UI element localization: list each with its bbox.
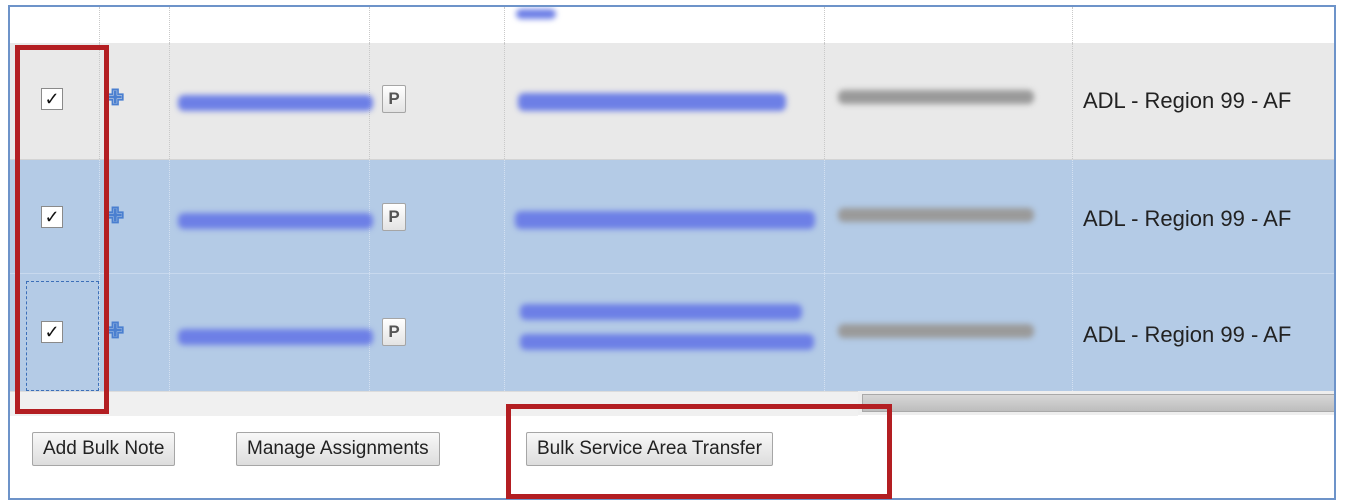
redacted-value (838, 90, 1034, 104)
add-bulk-note-button[interactable]: Add Bulk Note (32, 432, 176, 466)
transfer-button-highlight (506, 404, 892, 499)
table-row-partial (10, 7, 1334, 44)
redacted-name-link[interactable] (515, 211, 815, 229)
manage-assignments-button[interactable]: Manage Assignments (236, 432, 440, 466)
redacted-value (838, 324, 1034, 338)
region-text: ADL - Region 99 - AF (1083, 206, 1292, 231)
scrollbar-thumb[interactable] (862, 394, 1334, 412)
checkbox-column-highlight (15, 45, 109, 414)
table-row[interactable]: ✓ ✙ P ADL - Region 99 - AF (10, 160, 1334, 274)
document-p-icon[interactable]: P (382, 85, 406, 113)
region-text: ADL - Region 99 - AF (1083, 322, 1292, 347)
redacted-link[interactable] (516, 9, 556, 19)
redacted-value (838, 208, 1034, 222)
document-p-icon[interactable]: P (382, 203, 406, 231)
redacted-name-link[interactable] (518, 93, 786, 111)
table-row[interactable]: ✓ ✙ P ADL - Region 99 - AF (10, 43, 1334, 160)
redacted-id-link[interactable] (178, 95, 373, 111)
redacted-name-link-line2[interactable] (520, 334, 814, 350)
redacted-id-link[interactable] (178, 213, 373, 229)
redacted-name-link[interactable] (520, 304, 802, 320)
document-p-icon[interactable]: P (382, 318, 406, 346)
table-row[interactable]: ✓ ✙ P ADL - Region 99 - AF (10, 274, 1334, 391)
redacted-id-link[interactable] (178, 329, 373, 345)
region-text: ADL - Region 99 - AF (1083, 88, 1292, 113)
